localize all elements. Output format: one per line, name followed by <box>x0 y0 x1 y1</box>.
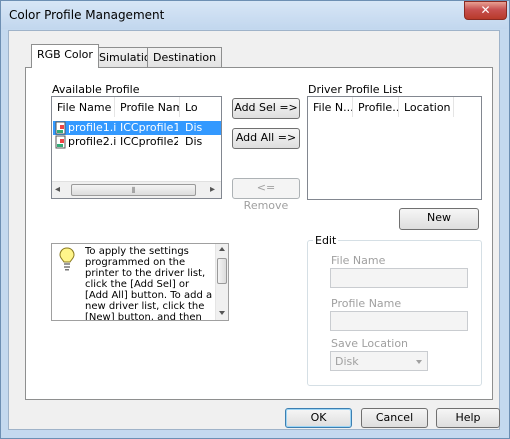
ok-button[interactable]: OK <box>285 408 352 428</box>
cell-location: Dis <box>185 135 203 148</box>
cell-file-name: profile2.icc <box>68 135 116 148</box>
profile-name-label: Profile Name <box>331 297 402 310</box>
driver-profile-list-label: Driver Profile List <box>308 83 403 96</box>
vertical-scrollbar[interactable] <box>215 244 228 320</box>
file-name-label: File Name <box>331 254 386 267</box>
available-profile-label: Available Profile <box>52 83 140 96</box>
file-icon <box>55 135 66 149</box>
profile-name-field[interactable] <box>330 311 468 331</box>
cancel-button[interactable]: Cancel <box>361 408 428 428</box>
scroll-up-icon[interactable] <box>219 247 225 251</box>
save-location-select[interactable]: Disk <box>330 351 428 371</box>
scroll-thumb[interactable] <box>217 258 227 284</box>
available-profile-list[interactable]: File Name Profile Name Lo profile1.icc I… <box>51 96 222 199</box>
scroll-thumb[interactable]: ⦀ <box>71 184 196 196</box>
column-header-file-name[interactable]: File N... <box>308 97 353 117</box>
edit-group-title: Edit <box>313 234 339 247</box>
close-button[interactable]: ✕ <box>464 1 507 20</box>
column-header-location[interactable]: Lo <box>180 97 221 117</box>
column-header-profile-name[interactable]: Profile... <box>353 97 399 117</box>
table-row[interactable]: profile2.icc ICCprofile2 Dis <box>53 135 221 149</box>
cell-file-name: profile1.icc <box>68 121 116 134</box>
scroll-down-icon[interactable] <box>219 311 225 315</box>
lightbulb-icon <box>59 247 75 271</box>
chevron-down-icon <box>416 360 422 364</box>
new-button[interactable]: New <box>399 208 479 230</box>
tab-destination[interactable]: Destination <box>147 47 223 67</box>
horizontal-scrollbar[interactable]: ◂ ⦀ ▸ <box>52 181 221 198</box>
file-name-field[interactable] <box>330 268 468 288</box>
scroll-left-icon[interactable]: ◂ <box>55 184 60 195</box>
column-header-profile-name[interactable]: Profile Name <box>115 97 180 117</box>
add-all-button[interactable]: Add All => <box>232 128 300 149</box>
add-sel-button[interactable]: Add Sel => <box>232 98 300 119</box>
info-text: To apply the settings programmed on the … <box>85 246 213 320</box>
column-header-file-name[interactable]: File Name <box>52 97 115 117</box>
save-location-label: Save Location <box>331 337 409 350</box>
cell-profile-name: ICCprofile1 <box>120 121 178 134</box>
tab-rgb-color[interactable]: RGB Color <box>31 44 99 68</box>
info-box: To apply the settings programmed on the … <box>51 243 229 321</box>
save-location-value: Disk <box>335 355 359 368</box>
scroll-right-icon[interactable]: ▸ <box>210 184 215 195</box>
cell-location: Dis <box>185 121 203 134</box>
help-button[interactable]: Help <box>436 408 500 428</box>
window-title: Color Profile Management <box>9 8 165 22</box>
driver-profile-list[interactable]: File N... Profile... Location <box>307 96 482 200</box>
table-row[interactable]: profile1.icc ICCprofile1 Dis <box>53 121 221 135</box>
file-icon <box>55 121 66 135</box>
remove-button[interactable]: <= Remove <box>232 178 300 212</box>
title-bar: Color Profile Management <box>1 1 507 29</box>
cell-profile-name: ICCprofile2 <box>120 135 178 148</box>
column-header-location[interactable]: Location <box>399 97 454 117</box>
